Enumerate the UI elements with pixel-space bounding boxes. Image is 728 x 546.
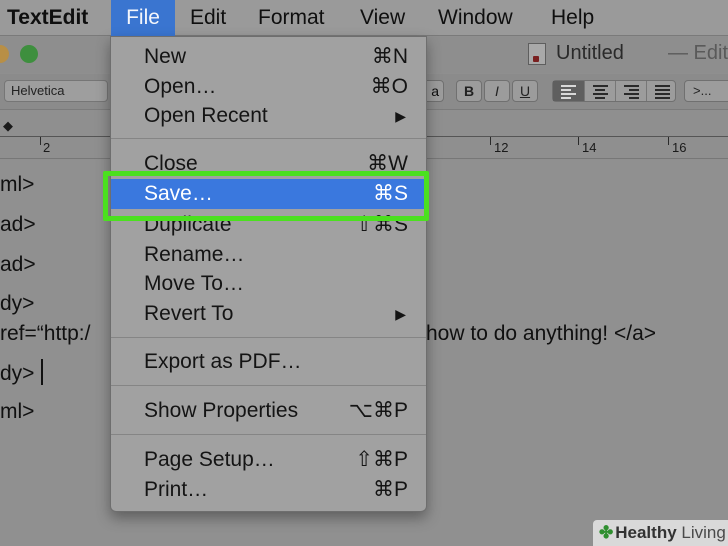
document-line: ml> bbox=[0, 173, 35, 196]
menu-item-label: Open Recent bbox=[144, 104, 268, 127]
menu-item-label: New bbox=[144, 45, 187, 68]
menu-item-print[interactable]: Print… ⌘P bbox=[111, 475, 426, 505]
menu-item-page-setup[interactable]: Page Setup… ⇧⌘P bbox=[111, 445, 426, 475]
menu-item-shortcut: ⌘O bbox=[370, 75, 408, 98]
menu-item-label: Print… bbox=[144, 478, 209, 501]
menu-bar: TextEdit File Edit Format View Window He… bbox=[0, 0, 728, 36]
menu-item-rename[interactable]: Rename… bbox=[111, 240, 426, 270]
document-line: dy> bbox=[0, 292, 35, 315]
document-line: ref=“http:/ bbox=[0, 322, 91, 345]
underline-button[interactable]: U bbox=[512, 80, 538, 102]
submenu-arrow-icon: ▶ bbox=[395, 306, 406, 322]
file-menu-dropdown: New ⌘N Open… ⌘O Open Recent ▶ Close ⌘W D… bbox=[110, 36, 427, 512]
menu-separator bbox=[111, 434, 426, 435]
menu-edit[interactable]: Edit bbox=[190, 0, 226, 36]
document-line: dy> bbox=[0, 362, 35, 385]
menu-format[interactable]: Format bbox=[258, 0, 325, 36]
menu-item-move-to[interactable]: Move To… bbox=[111, 269, 426, 299]
ruler-label: 16 bbox=[672, 140, 687, 155]
bold-button[interactable]: B bbox=[456, 80, 482, 102]
ruler-label: 12 bbox=[494, 140, 509, 155]
menu-item-label: Revert To bbox=[144, 302, 234, 325]
align-right-icon[interactable] bbox=[615, 81, 646, 101]
font-family-select[interactable]: Helvetica bbox=[4, 80, 108, 102]
align-left-icon[interactable] bbox=[553, 81, 584, 101]
document-icon bbox=[528, 43, 546, 65]
italic-button[interactable]: I bbox=[484, 80, 510, 102]
menu-item-shortcut: ⌘P bbox=[372, 478, 408, 501]
menu-item-revert-to[interactable]: Revert To ▶ bbox=[111, 299, 426, 329]
tab-stop-icon[interactable]: ◆ bbox=[3, 118, 17, 133]
menu-view[interactable]: View bbox=[360, 0, 405, 36]
ruler-tick bbox=[490, 137, 491, 145]
document-line: ad> bbox=[0, 253, 36, 276]
window-edited-status: — Edited bbox=[668, 42, 728, 64]
watermark-brand-suffix: Living bbox=[681, 523, 726, 542]
save-highlight-annotation bbox=[103, 171, 429, 221]
ruler-label: 2 bbox=[43, 140, 51, 155]
menu-item-label: Page Setup… bbox=[144, 448, 275, 471]
ruler-tick bbox=[578, 137, 579, 145]
submenu-arrow-icon: ▶ bbox=[395, 108, 406, 124]
menu-window[interactable]: Window bbox=[438, 0, 513, 36]
menu-item-export-pdf[interactable]: Export as PDF… bbox=[111, 347, 426, 377]
text-cursor bbox=[41, 359, 43, 385]
document-line: ml> bbox=[0, 400, 35, 423]
menu-item-label: Move To… bbox=[144, 272, 244, 295]
menu-item-shortcut: ⌘N bbox=[371, 45, 408, 68]
menu-item-label: Rename… bbox=[144, 243, 245, 266]
menu-separator bbox=[111, 337, 426, 338]
ruler-tick bbox=[668, 137, 669, 145]
alignment-control bbox=[552, 80, 676, 102]
watermark-logo: ✤ Healthy Living bbox=[593, 520, 728, 546]
menu-item-label: Open… bbox=[144, 75, 217, 98]
menu-file[interactable]: File bbox=[111, 0, 175, 36]
menu-item-new[interactable]: New ⌘N bbox=[111, 42, 426, 72]
menu-separator bbox=[111, 138, 426, 139]
window-title: Untitled bbox=[556, 42, 624, 64]
menu-app-name[interactable]: TextEdit bbox=[7, 0, 88, 36]
ruler-label: 14 bbox=[582, 140, 597, 155]
menu-item-shortcut: ⇧⌘P bbox=[355, 448, 408, 471]
menu-item-shortcut: ⌥⌘P bbox=[348, 399, 408, 422]
watermark-brand: Healthy bbox=[615, 523, 677, 542]
menu-item-open[interactable]: Open… ⌘O bbox=[111, 72, 426, 102]
zoom-button[interactable] bbox=[20, 45, 38, 63]
menu-item-label: Show Properties bbox=[144, 399, 299, 422]
menu-help[interactable]: Help bbox=[551, 0, 594, 36]
document-line: ad> bbox=[0, 213, 36, 236]
list-options-button[interactable]: >... bbox=[684, 80, 728, 102]
ruler-tick bbox=[40, 137, 41, 145]
menu-item-open-recent[interactable]: Open Recent ▶ bbox=[111, 101, 426, 131]
menu-item-label: Export as PDF… bbox=[144, 350, 302, 373]
leaf-icon: ✤ bbox=[599, 523, 614, 542]
document-line-tail: how to do anything! </a> bbox=[426, 322, 657, 345]
align-justify-icon[interactable] bbox=[646, 81, 677, 101]
align-center-icon[interactable] bbox=[584, 81, 615, 101]
menu-item-show-properties[interactable]: Show Properties ⌥⌘P bbox=[111, 396, 426, 426]
menu-separator bbox=[111, 385, 426, 386]
